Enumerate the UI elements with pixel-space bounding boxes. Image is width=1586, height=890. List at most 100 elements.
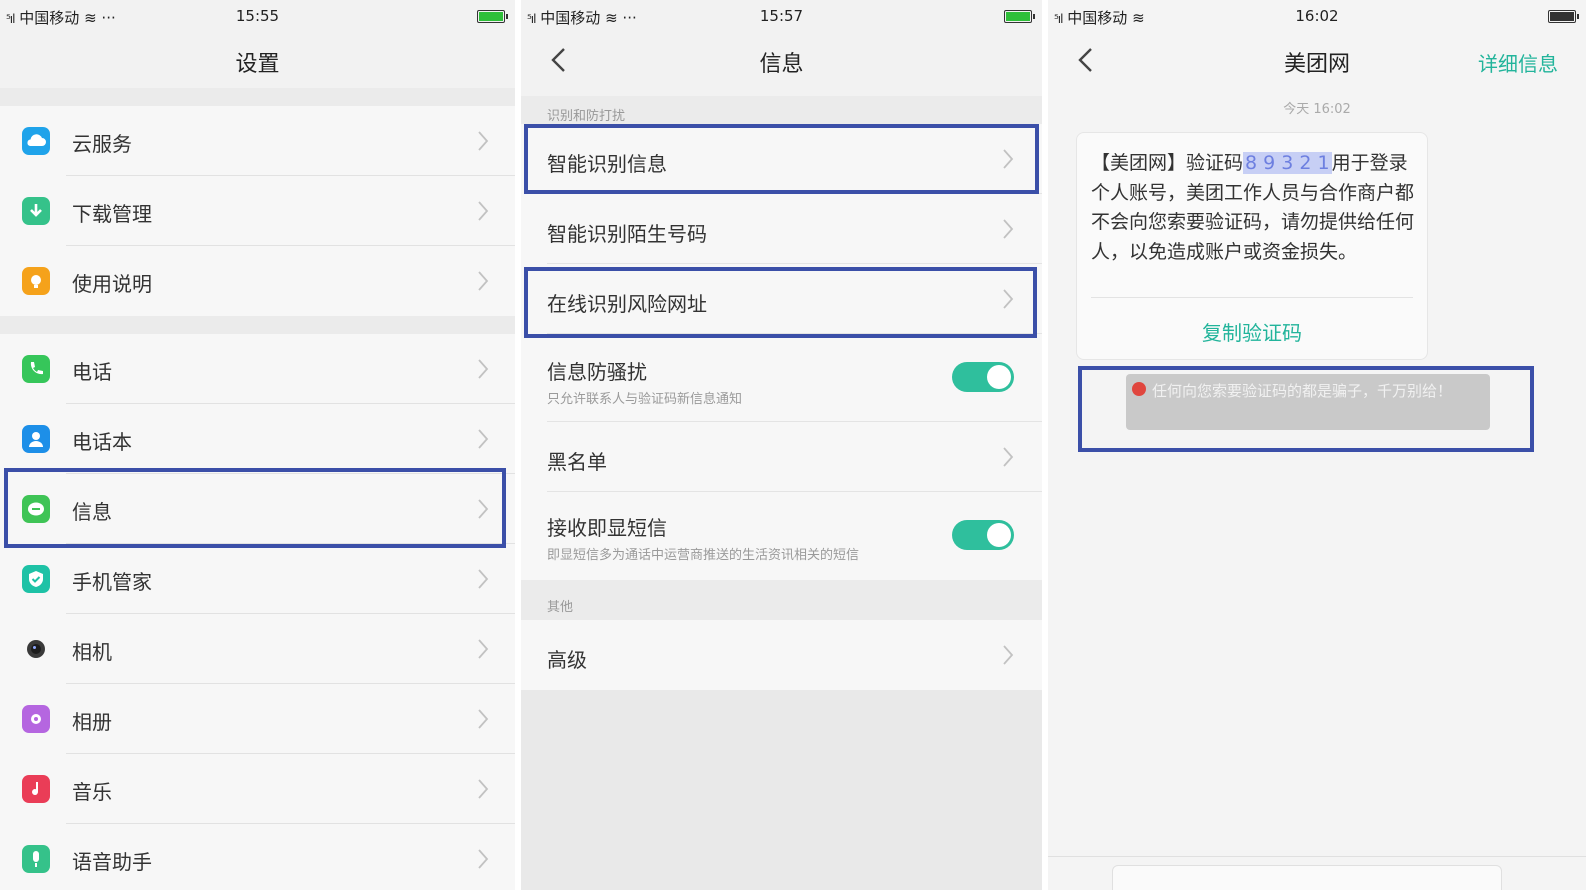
settings-item[interactable]: 信息 bbox=[0, 474, 515, 544]
settings-item[interactable]: 手机管家 bbox=[0, 544, 515, 614]
settings-item[interactable]: 云服务 bbox=[0, 106, 515, 176]
section-header-other: 其他 bbox=[521, 580, 1042, 620]
conversation-screen: ⁵ıl 中国移动 ≋ 16:02 美团网 详细信息 今天 16:02 【美团网】… bbox=[1048, 0, 1586, 890]
page-title: 信息 bbox=[759, 52, 804, 77]
section-title: 其他 bbox=[547, 600, 574, 615]
nav-bar: 信息 bbox=[521, 32, 1042, 88]
group-divider bbox=[0, 88, 515, 106]
row-risk-url[interactable]: 在线识别风险网址 bbox=[521, 264, 1042, 334]
phone-icon bbox=[22, 355, 50, 383]
anti-harassment-toggle[interactable] bbox=[952, 362, 1014, 392]
settings-item[interactable]: 电话 bbox=[0, 334, 515, 404]
lightbulb-icon bbox=[22, 267, 50, 295]
settings-item[interactable]: 使用说明 bbox=[0, 246, 515, 316]
status-bar: ⁵ıl 中国移动 ≋ ··· 15:57 bbox=[521, 0, 1042, 32]
status-bar: ⁵ıl 中国移动 ≋ 16:02 bbox=[1048, 0, 1586, 32]
row-flash-sms[interactable]: 接收即显短信 即显短信多为通话中运营商推送的生活资讯相关的短信 bbox=[521, 492, 1042, 580]
settings-item[interactable]: 下载管理 bbox=[0, 176, 515, 246]
settings-item-label: 相机 bbox=[72, 640, 112, 664]
message-icon bbox=[22, 495, 50, 523]
fraud-warning: 任何向您索要验证码的都是骗子，千万别给！ bbox=[1126, 374, 1490, 430]
status-time: 16:02 bbox=[1295, 7, 1339, 25]
battery-icon bbox=[1004, 10, 1035, 23]
row-label: 智能识别陌生号码 bbox=[547, 222, 707, 246]
details-link[interactable]: 详细信息 bbox=[1478, 48, 1558, 77]
settings-item-label: 电话 bbox=[72, 360, 112, 384]
status-time: 15:55 bbox=[235, 7, 280, 25]
settings-item-label: 音乐 bbox=[72, 780, 112, 804]
copy-code-button[interactable]: 复制验证码 bbox=[1077, 317, 1427, 346]
chevron-right-icon bbox=[1003, 149, 1014, 169]
flash-sms-toggle[interactable] bbox=[952, 520, 1014, 550]
battery-icon bbox=[1548, 10, 1579, 23]
row-unknown-number[interactable]: 智能识别陌生号码 bbox=[521, 194, 1042, 264]
input-bar bbox=[1048, 856, 1586, 890]
message-text-start: 【美团网】验证码 bbox=[1091, 152, 1244, 174]
section-header-recognition: 识别和防打扰 bbox=[521, 96, 1042, 124]
empty-area bbox=[521, 690, 1042, 890]
settings-item[interactable]: 相机 bbox=[0, 614, 515, 684]
settings-item[interactable]: 相册 bbox=[0, 684, 515, 754]
chevron-right-icon bbox=[478, 779, 489, 799]
chevron-right-icon bbox=[478, 359, 489, 379]
verification-code[interactable]: 8 9 3 2 1 bbox=[1243, 152, 1332, 174]
messages-settings-screen: ⁵ıl 中国移动 ≋ ··· 15:57 信息 识别和防打扰 智能识别信息 智能… bbox=[521, 0, 1042, 890]
row-label: 在线识别风险网址 bbox=[547, 292, 707, 316]
chevron-right-icon bbox=[478, 201, 489, 221]
section-title: 识别和防打扰 bbox=[547, 109, 626, 124]
message-bubble: 【美团网】验证码 8 9 3 2 1 用于登录个人账号，美团工作人员与合作商户都不会… bbox=[1076, 132, 1428, 360]
row-smart-recognition[interactable]: 智能识别信息 bbox=[521, 124, 1042, 194]
nav-bar: 设置 bbox=[0, 32, 515, 88]
chevron-right-icon bbox=[1003, 447, 1014, 467]
group-divider bbox=[0, 316, 515, 334]
contacts-icon bbox=[22, 425, 50, 453]
chevron-right-icon bbox=[478, 271, 489, 291]
settings-item-label: 电话本 bbox=[72, 430, 132, 454]
row-label: 接收即显短信 bbox=[547, 516, 667, 540]
settings-item-label: 相册 bbox=[72, 710, 112, 734]
chevron-right-icon bbox=[478, 569, 489, 589]
music-icon bbox=[22, 775, 50, 803]
cloud-icon bbox=[22, 127, 50, 155]
settings-item-label: 语音助手 bbox=[72, 850, 152, 874]
chevron-right-icon bbox=[478, 639, 489, 659]
row-anti-harassment[interactable]: 信息防骚扰 只允许联系人与验证码新信息通知 bbox=[521, 334, 1042, 422]
settings-item[interactable]: 语音助手 bbox=[0, 824, 515, 890]
row-description: 即显短信多为通话中运营商推送的生活资讯相关的短信 bbox=[547, 548, 860, 563]
row-advanced[interactable]: 高级 bbox=[521, 620, 1042, 690]
message-input[interactable] bbox=[1112, 865, 1502, 890]
settings-item-label: 下载管理 bbox=[72, 202, 152, 226]
settings-item-label: 使用说明 bbox=[72, 272, 152, 296]
gallery-icon bbox=[22, 705, 50, 733]
warning-text: 任何向您索要验证码的都是骗子，千万别给！ bbox=[1152, 382, 1453, 400]
nav-bar: 美团网 详细信息 bbox=[1048, 32, 1586, 88]
settings-screen: ⁵ıl 中国移动 ≋ ··· 15:55 设置 云服务 下载管理 使用说明 电话 电话本… bbox=[0, 0, 515, 890]
row-label: 智能识别信息 bbox=[547, 152, 667, 176]
chevron-right-icon bbox=[1003, 219, 1014, 239]
chevron-right-icon bbox=[478, 709, 489, 729]
shield-icon bbox=[22, 565, 50, 593]
chevron-right-icon bbox=[478, 499, 489, 519]
row-label: 高级 bbox=[547, 648, 587, 672]
settings-item-label: 云服务 bbox=[72, 132, 132, 156]
settings-item[interactable]: 电话本 bbox=[0, 404, 515, 474]
settings-item-label: 信息 bbox=[72, 500, 112, 524]
microphone-icon bbox=[22, 845, 50, 873]
settings-item[interactable]: 音乐 bbox=[0, 754, 515, 824]
chevron-right-icon bbox=[1003, 289, 1014, 309]
chevron-right-icon bbox=[478, 131, 489, 151]
camera-icon bbox=[22, 635, 50, 663]
download-icon bbox=[22, 197, 50, 225]
status-time: 15:57 bbox=[759, 7, 804, 25]
settings-list: 云服务下载管理使用说明电话电话本信息手机管家相机相册音乐语音助手 bbox=[0, 88, 515, 890]
settings-item-label: 手机管家 bbox=[72, 570, 152, 594]
row-label: 信息防骚扰 bbox=[547, 360, 647, 384]
chevron-right-icon bbox=[478, 429, 489, 449]
row-blacklist[interactable]: 黑名单 bbox=[521, 422, 1042, 492]
page-title: 设置 bbox=[235, 52, 280, 77]
battery-icon bbox=[477, 10, 508, 23]
row-description: 只允许联系人与验证码新信息通知 bbox=[547, 392, 743, 407]
messages-settings-list: 识别和防打扰 智能识别信息 智能识别陌生号码 在线识别风险网址 信息防骚扰 只允… bbox=[521, 96, 1042, 690]
message-timestamp: 今天 16:02 bbox=[1283, 102, 1351, 117]
message-text: 【美团网】验证码 8 9 3 2 1 用于登录个人账号，美团工作人员与合作商户都不会… bbox=[1091, 149, 1415, 267]
